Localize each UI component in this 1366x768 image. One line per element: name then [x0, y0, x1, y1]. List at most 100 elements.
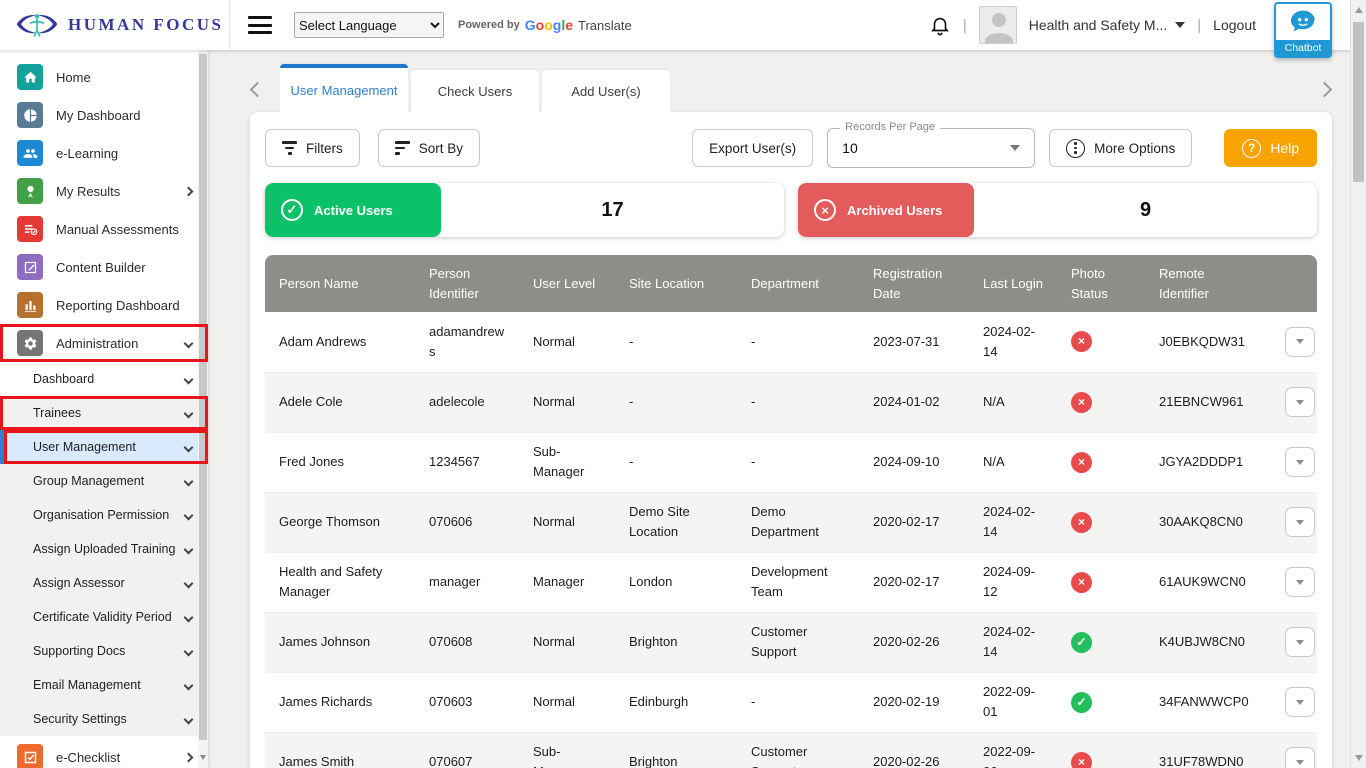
cell-site-location: Demo Site Location [615, 492, 737, 552]
row-actions-button[interactable] [1285, 387, 1315, 417]
user-management-panel: Filters Sort By Export User(s) Records P… [250, 112, 1332, 768]
cell-user-level: Normal [519, 492, 615, 552]
check-square-icon [17, 744, 43, 768]
sidebar-item-content-builder[interactable]: Content Builder [0, 248, 208, 286]
sidebar-item-dashboard[interactable]: Dashboard [0, 362, 208, 396]
sidebar-item-email-management[interactable]: Email Management [0, 668, 208, 702]
row-actions-button[interactable] [1285, 747, 1315, 768]
sidebar-scrollbar[interactable] [198, 50, 208, 768]
scroll-down-icon[interactable] [1355, 755, 1363, 761]
sort-by-button[interactable]: Sort By [378, 129, 480, 167]
check-circle-icon: ✓ [281, 199, 303, 221]
cell-user-level: Normal [519, 612, 615, 672]
filters-button[interactable]: Filters [265, 129, 360, 167]
table-row: James Johnson 070608 Normal Brighton Cus… [265, 612, 1317, 672]
sidebar-item-e-checklist[interactable]: e-Checklist [0, 738, 208, 768]
cell-last-login: 2024-02-14 [969, 312, 1057, 372]
users-table: Person Name Person Identifier User Level… [265, 255, 1317, 768]
cell-actions [1271, 492, 1317, 552]
sidebar-item-certificate-validity-period[interactable]: Certificate Validity Period [0, 600, 208, 634]
cell-user-level: Normal [519, 372, 615, 432]
tab-add-users[interactable]: Add User(s) [542, 70, 670, 112]
sidebar-item-user-management[interactable]: User Management [0, 430, 208, 464]
logout-button[interactable]: Logout [1213, 17, 1256, 33]
menu-hamburger-icon[interactable] [248, 16, 272, 34]
row-actions-button[interactable] [1285, 567, 1315, 597]
scroll-up-icon[interactable] [1355, 7, 1363, 13]
chevron-down-icon [184, 544, 194, 554]
more-options-button[interactable]: More Options [1049, 129, 1192, 167]
cell-photo-status: × [1057, 492, 1145, 552]
tab-user-management[interactable]: User Management [280, 64, 408, 112]
home-icon [17, 64, 43, 90]
brand-logo: HUMAN FOCUS [0, 0, 230, 50]
sidebar-item-trainees[interactable]: Trainees [0, 396, 208, 430]
chevron-down-icon [184, 612, 194, 622]
cell-department: - [737, 312, 859, 372]
row-actions-button[interactable] [1285, 327, 1315, 357]
help-button[interactable]: ? Help [1224, 129, 1317, 167]
cell-user-level: Manager [519, 552, 615, 612]
tabs-scroll-right-icon[interactable] [1317, 82, 1333, 98]
cell-remote-identifier: JGYA2DDDP1 [1145, 432, 1271, 492]
cell-department: - [737, 432, 859, 492]
active-users-card[interactable]: ✓ Active Users 17 [265, 183, 784, 237]
gear-icon [17, 330, 43, 356]
table-header-row: Person Name Person Identifier User Level… [265, 255, 1317, 312]
notifications-bell-icon[interactable] [929, 14, 951, 36]
cell-actions [1271, 372, 1317, 432]
sidebar-item-administration[interactable]: Administration [0, 324, 208, 362]
sidebar-item-assign-assessor[interactable]: Assign Assessor [0, 566, 208, 600]
cell-photo-status: × [1057, 312, 1145, 372]
cell-remote-identifier: 21EBNCW961 [1145, 372, 1271, 432]
sidebar-item-manual-assessments[interactable]: Manual Assessments [0, 210, 208, 248]
cell-photo-status: × [1057, 552, 1145, 612]
edit-icon [17, 254, 43, 280]
sidebar-item-assign-uploaded-training[interactable]: Assign Uploaded Training [0, 532, 208, 566]
table-row: James Smith 070607 Sub-Manager Brighton … [265, 732, 1317, 768]
export-users-button[interactable]: Export User(s) [692, 129, 813, 167]
col-last-login: Last Login [969, 255, 1057, 312]
cell-remote-identifier: 31UF78WDN0 [1145, 732, 1271, 768]
archived-users-card[interactable]: × Archived Users 9 [798, 183, 1317, 237]
language-select[interactable]: Select Language [294, 12, 444, 38]
scroll-down-icon[interactable] [200, 755, 206, 760]
sidebar-item-my-results[interactable]: My Results [0, 172, 208, 210]
sidebar-item-reporting-dashboard[interactable]: Reporting Dashboard [0, 286, 208, 324]
administration-submenu: Dashboard Trainees User Management Group… [0, 362, 208, 736]
table-row: James Richards 070603 Normal Edinburgh -… [265, 672, 1317, 732]
sidebar-item-my-dashboard[interactable]: My Dashboard [0, 96, 208, 134]
cell-user-level: Normal [519, 312, 615, 372]
cell-actions [1271, 612, 1317, 672]
sidebar-item-group-management[interactable]: Group Management [0, 464, 208, 498]
cell-site-location: Brighton [615, 732, 737, 768]
row-actions-button[interactable] [1285, 627, 1315, 657]
cell-remote-identifier: 34FANWWCP0 [1145, 672, 1271, 732]
row-actions-button[interactable] [1285, 447, 1315, 477]
photo-status-badge: × [1071, 331, 1092, 352]
col-site-location: Site Location [615, 255, 737, 312]
row-actions-button[interactable] [1285, 687, 1315, 717]
scrollbar-thumb[interactable] [1353, 22, 1364, 182]
cell-photo-status: × [1057, 732, 1145, 768]
tab-strip: User Management Check Users Add User(s) [250, 64, 1332, 112]
medal-icon [17, 178, 43, 204]
cell-person-identifier: adelecole [415, 372, 519, 432]
table-row: George Thomson 070606 Normal Demo Site L… [265, 492, 1317, 552]
tabs-scroll-left-icon[interactable] [250, 82, 266, 98]
tab-check-users[interactable]: Check Users [411, 70, 539, 112]
sidebar-item-security-settings[interactable]: Security Settings [0, 702, 208, 736]
sidebar-item-organisation-permission[interactable]: Organisation Permission [0, 498, 208, 532]
records-per-page-select[interactable]: Records Per Page 10 [827, 128, 1035, 168]
row-actions-button[interactable] [1285, 507, 1315, 537]
page-scrollbar[interactable] [1350, 0, 1366, 768]
cell-site-location: - [615, 312, 737, 372]
sidebar-item-home[interactable]: Home [0, 58, 208, 96]
account-menu[interactable]: Health and Safety M... [1029, 17, 1186, 33]
sidebar-item-e-learning[interactable]: e-Learning [0, 134, 208, 172]
filter-icon [282, 141, 297, 155]
chatbot-button[interactable]: Chatbot [1274, 2, 1332, 58]
table-row: Adam Andrews adamandrews Normal - - 2023… [265, 312, 1317, 372]
sidebar-item-supporting-docs[interactable]: Supporting Docs [0, 634, 208, 668]
cell-last-login: 2024-09-12 [969, 552, 1057, 612]
